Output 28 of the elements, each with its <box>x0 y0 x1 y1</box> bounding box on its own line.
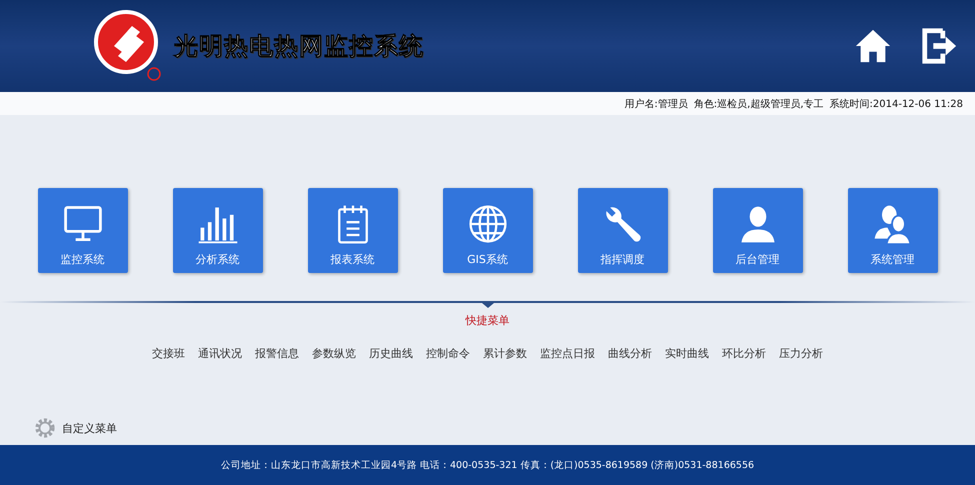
module-tile[interactable]: 指挥调度 <box>578 188 668 273</box>
quick-link[interactable]: 环比分析 <box>722 346 766 361</box>
role-text: 角色:巡检员,超级管理员,专工 <box>694 98 824 110</box>
module-tile[interactable]: 分析系统 <box>172 188 262 273</box>
quick-link[interactable]: 报警信息 <box>255 346 299 361</box>
company-address-text: 公司地址：山东龙口市高新技术工业园4号路 电话：400-0535-321 传真：(龙口)0535-8619589 (济南)0531-88166556 <box>220 459 754 473</box>
module-tile[interactable]: 监控系统 <box>38 188 128 273</box>
quick-link[interactable]: 监控点日报 <box>540 346 595 361</box>
quick-link[interactable]: 控制命令 <box>426 346 470 361</box>
quick-menu-title: 快捷菜单 <box>466 313 510 328</box>
home-icon[interactable] <box>853 27 893 65</box>
module-tile[interactable]: GIS系统 <box>442 188 532 273</box>
quick-link[interactable]: 累计参数 <box>483 346 527 361</box>
pointer-icon <box>482 303 494 308</box>
module-tile[interactable]: 后台管理 <box>712 188 802 273</box>
quick-link[interactable]: 历史曲线 <box>369 346 413 361</box>
module-tile[interactable]: 系统管理 <box>848 188 938 273</box>
quick-link[interactable]: 交接班 <box>152 346 185 361</box>
quick-link[interactable]: 曲线分析 <box>608 346 652 361</box>
quick-link[interactable]: 通讯状况 <box>198 346 242 361</box>
app-title: 光明热电热网监控系统 <box>174 31 424 62</box>
module-tile[interactable]: 报表系统 <box>308 188 398 273</box>
quick-link[interactable]: 压力分析 <box>779 346 823 361</box>
quick-link[interactable]: 参数纵览 <box>312 346 356 361</box>
user-name-text: 用户名:管理员 <box>624 98 688 110</box>
system-time-text: 系统时间:2014-12-06 11:28 <box>830 98 963 110</box>
quick-link[interactable]: 实时曲线 <box>665 346 709 361</box>
custom-menu-link[interactable]: 自定义菜单 <box>62 420 117 436</box>
